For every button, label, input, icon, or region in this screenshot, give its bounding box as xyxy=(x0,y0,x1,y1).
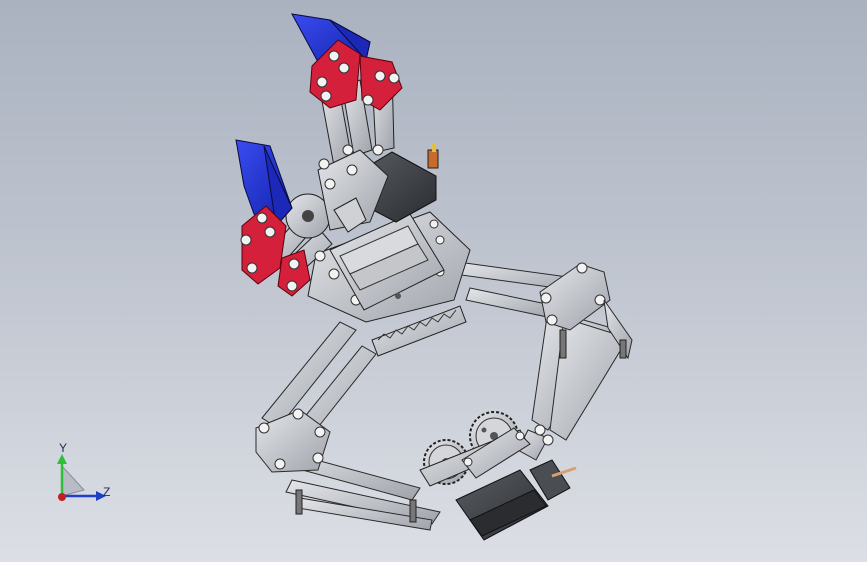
y-axis-label: Y xyxy=(59,441,68,455)
coordinate-triad xyxy=(57,454,106,501)
cad-viewport[interactable]: Y Z xyxy=(0,0,867,562)
z-axis-label: Z xyxy=(103,485,111,499)
gripper-assembly-model[interactable] xyxy=(0,0,867,562)
x-axis-origin xyxy=(58,493,66,501)
